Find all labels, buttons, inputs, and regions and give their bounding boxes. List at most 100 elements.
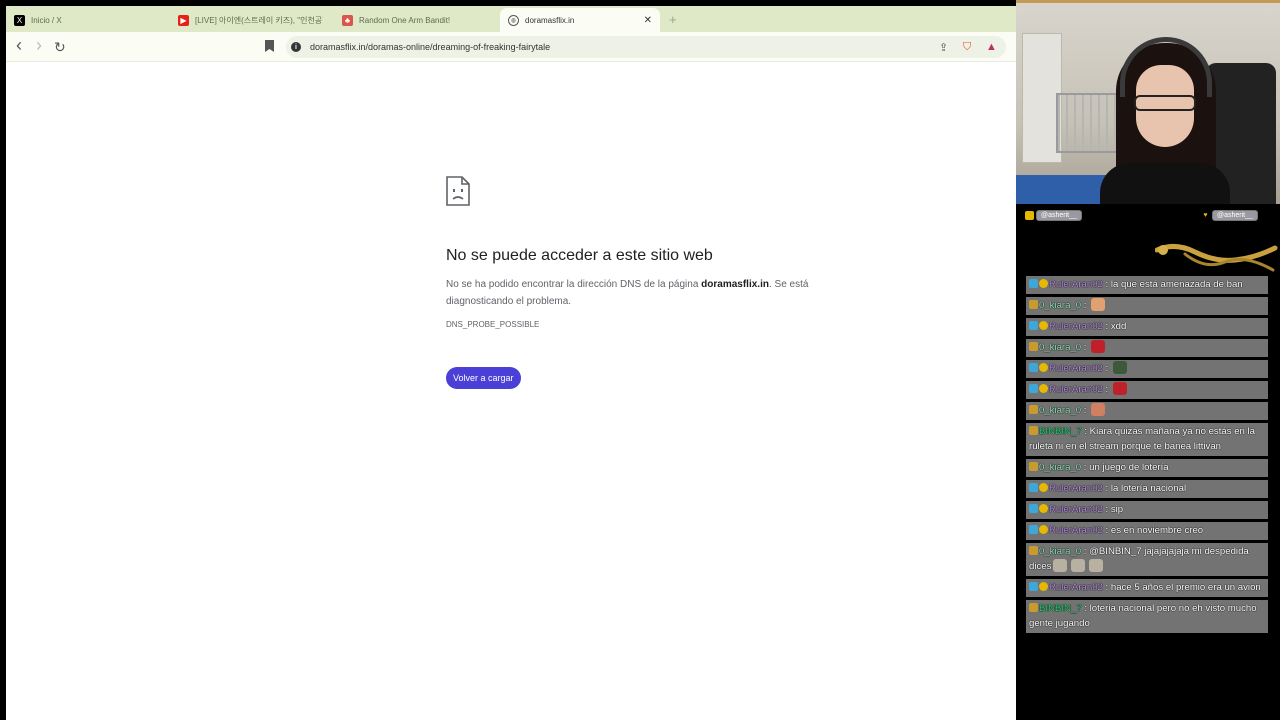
chat-username[interactable]: RulerAran02 bbox=[1049, 525, 1103, 536]
twitter-bird-icon: ♥ bbox=[1203, 212, 1208, 219]
coin-badge-icon bbox=[1039, 483, 1048, 492]
crown-badge-icon bbox=[1029, 426, 1038, 435]
chat-message: 0_kiara_0 : bbox=[1026, 402, 1268, 420]
crown-badge-icon bbox=[1029, 546, 1038, 555]
chat-text: un juego de lotería bbox=[1089, 462, 1169, 473]
site-info-icon[interactable]: i bbox=[291, 42, 301, 52]
chat-message: RulerAran02 : la que está amenazada de b… bbox=[1026, 276, 1268, 294]
close-tab-icon[interactable]: ✕ bbox=[644, 15, 652, 26]
chat-message: 0_kiara_0 : bbox=[1026, 339, 1268, 357]
chat-message: BINBIN_7 : loteria nacional pero no eh v… bbox=[1026, 600, 1268, 633]
share-icon[interactable]: ⇪ bbox=[939, 41, 948, 54]
coin-badge-icon bbox=[1039, 525, 1048, 534]
error-code: DNS_PROBE_POSSIBLE bbox=[446, 320, 540, 329]
error-domain: doramasflix.in bbox=[701, 279, 769, 290]
crown-badge-icon bbox=[1029, 462, 1038, 471]
reload-page-button[interactable]: Volver a cargar bbox=[446, 367, 521, 389]
chat-username[interactable]: RulerAran02 bbox=[1049, 363, 1103, 374]
tab-inicio-x[interactable]: X Inicio / X bbox=[14, 8, 174, 32]
chat-message: BINBIN_7 : Kiara quizás mañana ya no est… bbox=[1026, 423, 1268, 456]
error-desc-prefix: No se ha podido encontrar la dirección D… bbox=[446, 279, 702, 290]
crown-badge-icon bbox=[1029, 405, 1038, 414]
gift-badge-icon bbox=[1029, 504, 1038, 513]
chat-message: RulerAran02 : sip bbox=[1026, 501, 1268, 519]
x-logo-icon: X bbox=[14, 14, 25, 26]
tab-title: doramasflix.in bbox=[525, 15, 575, 25]
chat-message: 0_kiara_0 : un juego de lotería bbox=[1026, 459, 1268, 477]
chat-username[interactable]: 0_kiara_0 bbox=[1039, 546, 1081, 557]
emote-icon bbox=[1112, 361, 1127, 374]
chat-message: 0_kiara_0 : bbox=[1026, 297, 1268, 315]
gift-badge-icon bbox=[1029, 483, 1038, 492]
reload-button[interactable]: ↻ bbox=[54, 39, 66, 56]
chat-text: hace 5 años el premio era un avion bbox=[1110, 582, 1261, 593]
webcam-feed bbox=[1016, 0, 1280, 204]
tab-strip: X Inicio / X ▶ [LIVE] 아이엔(스트레이 키즈), "인천공… bbox=[6, 6, 1016, 32]
gift-badge-icon bbox=[1029, 525, 1038, 534]
chat-text: la que está amenazada de ban bbox=[1110, 279, 1243, 290]
url-text[interactable]: doramasflix.in/doramas-online/dreaming-o… bbox=[310, 42, 550, 52]
bookmark-icon[interactable] bbox=[265, 40, 274, 52]
gift-badge-icon bbox=[1029, 279, 1038, 288]
chat-username[interactable]: BINBIN_7 bbox=[1039, 603, 1082, 614]
chat-message: RulerAran02 : xdd bbox=[1026, 318, 1268, 336]
chat-message: RulerAran02 : bbox=[1026, 381, 1268, 399]
crown-badge-icon bbox=[1029, 603, 1038, 612]
browser-window: X Inicio / X ▶ [LIVE] 아이엔(스트레이 키즈), "인천공… bbox=[6, 6, 1016, 720]
chat-username[interactable]: 0_kiara_0 bbox=[1039, 342, 1081, 353]
back-button[interactable]: ‹ bbox=[16, 35, 22, 56]
emote-icon bbox=[1091, 298, 1106, 311]
emote-icon bbox=[1112, 382, 1127, 395]
chat-username[interactable]: RulerAran02 bbox=[1049, 483, 1103, 494]
gift-badge-icon bbox=[1029, 321, 1038, 330]
coin-badge-icon bbox=[1039, 504, 1048, 513]
tab-youtube-live[interactable]: ▶ [LIVE] 아이엔(스트레이 키즈), "인천공항 bbox=[178, 8, 328, 32]
chat-username[interactable]: RulerAran02 bbox=[1049, 321, 1103, 332]
chat-username[interactable]: RulerAran02 bbox=[1049, 582, 1103, 593]
error-title: No se puede acceder a este sitio web bbox=[446, 247, 713, 264]
coin-badge-icon bbox=[1039, 363, 1048, 372]
coin-badge-icon bbox=[1039, 279, 1048, 288]
chat-text: sip bbox=[1110, 504, 1124, 515]
chat-username[interactable]: 0_kiara_0 bbox=[1039, 300, 1081, 311]
tab-random-bandit[interactable]: ♣ Random One Arm Bandit! bbox=[342, 8, 492, 32]
youtube-icon: ▶ bbox=[178, 14, 189, 26]
chat-panel: RulerAran02 : la que está amenazada de b… bbox=[1026, 276, 1268, 636]
coin-badge-icon bbox=[1039, 384, 1048, 393]
globe-icon: ◍ bbox=[508, 14, 519, 26]
chat-message: RulerAran02 : es en noviembre creo bbox=[1026, 522, 1268, 540]
coin-badge-icon bbox=[1039, 582, 1048, 591]
coin-badge-icon bbox=[1039, 321, 1048, 330]
chat-username[interactable]: RulerAran02 bbox=[1049, 279, 1103, 290]
emote-icon bbox=[1091, 340, 1106, 353]
gift-badge-icon bbox=[1029, 582, 1038, 591]
brave-rewards-icon[interactable]: ▲ bbox=[986, 41, 997, 53]
social-handle-pill: @asherit__ bbox=[1036, 210, 1082, 221]
crown-badge-icon bbox=[1029, 300, 1038, 309]
chat-username[interactable]: BINBIN_7 bbox=[1039, 426, 1082, 437]
chat-message: RulerAran02 : hace 5 años el premio era … bbox=[1026, 579, 1268, 597]
address-bar[interactable]: i doramasflix.in/doramas-online/dreaming… bbox=[286, 36, 1006, 58]
chat-message: 0_kiara_0 : @BINBIN_7 jajajajajaja mi de… bbox=[1026, 543, 1268, 576]
forward-button[interactable]: › bbox=[36, 35, 42, 56]
chat-username[interactable]: 0_kiara_0 bbox=[1039, 405, 1081, 416]
gift-badge-icon bbox=[1029, 384, 1038, 393]
chat-username[interactable]: RulerAran02 bbox=[1049, 504, 1103, 515]
chat-message: RulerAran02 : bbox=[1026, 360, 1268, 378]
browser-toolbar: ‹ › ↻ i doramasflix.in/doramas-online/dr… bbox=[6, 32, 1016, 62]
emote-icon bbox=[1091, 403, 1106, 416]
brave-shield-icon[interactable]: ⛉ bbox=[963, 41, 971, 54]
tab-title: [LIVE] 아이엔(스트레이 키즈), "인천공항 bbox=[195, 15, 323, 25]
gift-badge-icon bbox=[1029, 363, 1038, 372]
social-handle-right: ♥ @asherit__ bbox=[1201, 209, 1258, 222]
emote-icon bbox=[1053, 559, 1068, 572]
error-page: No se puede acceder a este sitio web No … bbox=[446, 176, 846, 389]
tab-doramasflix[interactable]: ◍ doramasflix.in ✕ bbox=[500, 8, 660, 32]
new-tab-button[interactable]: + bbox=[669, 12, 677, 27]
social-handle-pill: @asherit__ bbox=[1212, 210, 1258, 221]
tab-title: Random One Arm Bandit! bbox=[359, 15, 451, 25]
tab-title: Inicio / X bbox=[31, 15, 62, 25]
chat-username[interactable]: 0_kiara_0 bbox=[1039, 462, 1081, 473]
chat-username[interactable]: RulerAran02 bbox=[1049, 384, 1103, 395]
crown-badge-icon bbox=[1029, 342, 1038, 351]
